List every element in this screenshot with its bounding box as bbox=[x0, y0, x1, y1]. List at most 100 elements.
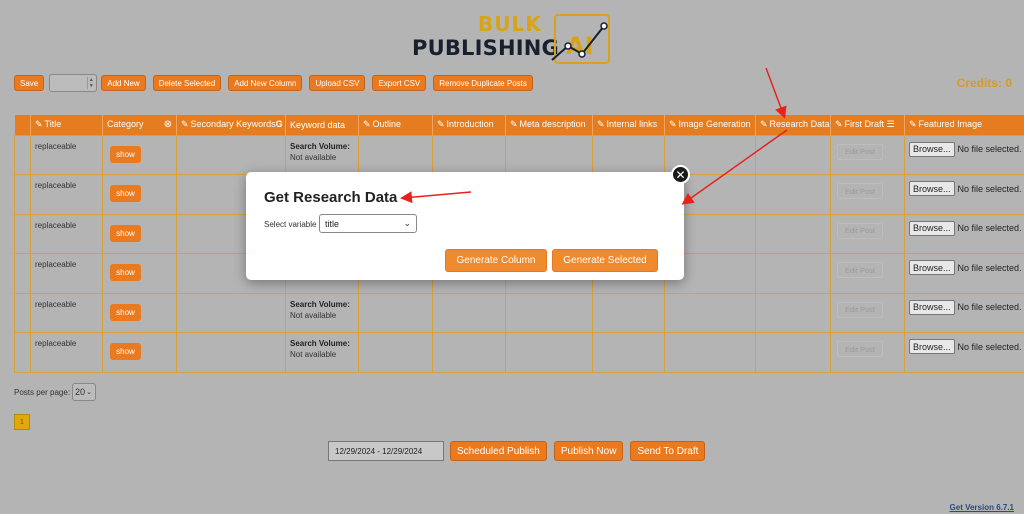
chevron-down-icon: ⌄ bbox=[86, 389, 92, 396]
edit-post-button[interactable]: Edit Post bbox=[837, 301, 883, 318]
send-to-draft-button[interactable]: Send To Draft bbox=[630, 441, 706, 461]
edit-icon[interactable]: ✎ bbox=[510, 119, 518, 129]
stepper-arrows-icon[interactable]: ▲ ▼ bbox=[87, 77, 94, 89]
list-icon[interactable]: ☰ bbox=[887, 119, 895, 129]
cell-title[interactable]: replaceable bbox=[30, 292, 103, 333]
table-row: replaceable show Search Volume: Not avail… bbox=[14, 292, 1024, 333]
browse-button[interactable]: Browse... bbox=[909, 141, 955, 157]
header-image-generation[interactable]: ✎ Image Generation bbox=[664, 115, 756, 135]
arrow-to-research-column bbox=[765, 67, 787, 119]
no-file-label: No file selected. bbox=[957, 223, 1022, 233]
edit-icon[interactable]: ✎ bbox=[437, 119, 445, 129]
edit-icon[interactable]: ✎ bbox=[597, 119, 605, 129]
remove-duplicates-button[interactable]: Remove Duplicate Posts bbox=[433, 75, 533, 91]
search-volume-label: Search Volume: bbox=[290, 141, 350, 151]
header-research-data[interactable]: ✎ Research Data bbox=[755, 115, 831, 135]
date-range-input[interactable]: 12/29/2024 - 12/29/2024 bbox=[328, 441, 444, 461]
search-volume-value: Not available bbox=[290, 152, 337, 162]
settings-icon[interactable]: ⊗ bbox=[164, 119, 172, 130]
edit-icon[interactable]: ✎ bbox=[669, 119, 677, 129]
delete-selected-button[interactable]: Delete Selected bbox=[152, 75, 222, 91]
no-file-label: No file selected. bbox=[957, 341, 1022, 352]
table-row: replaceable show Search Volume: Not avail… bbox=[14, 332, 1024, 373]
search-volume-label: Search Volume: bbox=[290, 339, 350, 348]
edit-icon[interactable]: ✎ bbox=[181, 119, 189, 129]
add-new-column-button[interactable]: Add New Column bbox=[228, 75, 303, 91]
posts-per-page-label: Posts per page: bbox=[14, 387, 71, 397]
toolbar: Save ▲ ▼ Add New Delete Selected Add New … bbox=[14, 74, 540, 92]
get-version-link[interactable]: Get Version 6.7.1 bbox=[950, 503, 1014, 512]
header-featured-image[interactable]: ✎ Featured Image bbox=[904, 115, 1024, 135]
table-row: replaceable show Search Volume: Not avail… bbox=[14, 134, 1024, 175]
header-introduction[interactable]: ✎ Introduction bbox=[432, 115, 506, 135]
chevron-down-icon: ⌄ bbox=[403, 218, 411, 228]
edit-post-button[interactable]: Edit Post bbox=[837, 143, 883, 160]
browse-button[interactable]: Browse... bbox=[909, 299, 955, 315]
edit-post-button[interactable]: Edit Post bbox=[837, 222, 883, 239]
posts-per-page: Posts per page: 20 ⌄ bbox=[14, 383, 97, 401]
generate-column-button[interactable]: Generate Column bbox=[445, 249, 547, 272]
edit-icon[interactable]: ✎ bbox=[835, 119, 843, 129]
edit-icon[interactable]: ✎ bbox=[363, 119, 371, 129]
header-title[interactable]: ✎ Title bbox=[30, 115, 103, 135]
bulk-publishing-ai-logo: BULK PUBLISHING AI bbox=[412, 12, 612, 66]
credits-counter: Credits: 0 bbox=[956, 76, 1012, 90]
header-secondary-keywords[interactable]: ✎ Secondary KeywordsG bbox=[176, 115, 286, 135]
logo-bulk-text: BULK bbox=[478, 12, 542, 36]
logo-graph-icon bbox=[551, 22, 608, 61]
posts-per-page-select[interactable]: 20 ⌄ bbox=[72, 383, 97, 401]
category-show-button[interactable]: show bbox=[110, 224, 141, 242]
category-show-button[interactable]: show bbox=[110, 303, 141, 321]
search-volume-label: Search Volume: bbox=[290, 299, 350, 309]
header-select-column bbox=[14, 115, 31, 135]
cell-title[interactable]: replaceable bbox=[30, 332, 103, 373]
category-show-button[interactable]: show bbox=[110, 145, 141, 163]
export-csv-button[interactable]: Export CSV bbox=[372, 75, 427, 91]
header-internal-links[interactable]: ✎ Internal links bbox=[592, 115, 665, 135]
header-first-draft[interactable]: ✎ First Draft ☰ bbox=[830, 115, 905, 135]
cell-title[interactable]: replaceable bbox=[30, 174, 103, 215]
header-category[interactable]: Category ⊗ bbox=[102, 115, 177, 135]
cell-title[interactable]: replaceable bbox=[30, 253, 103, 294]
cell-title[interactable]: replaceable bbox=[30, 213, 103, 254]
browse-button[interactable]: Browse... bbox=[909, 339, 955, 354]
publish-now-button[interactable]: Publish Now bbox=[553, 441, 624, 461]
quantity-stepper[interactable]: ▲ ▼ bbox=[49, 74, 98, 92]
category-show-button[interactable]: show bbox=[110, 264, 141, 281]
edit-post-button[interactable]: Edit Post bbox=[837, 183, 883, 199]
cell-title[interactable]: replaceable bbox=[30, 134, 103, 175]
select-variable-label: Select variable bbox=[264, 220, 317, 229]
header-keyword-data[interactable]: Keyword data bbox=[285, 115, 359, 135]
research-data-modal: Get Research Data ✕ Select variable titl… bbox=[246, 165, 690, 280]
publish-actions: 12/29/2024 - 12/29/2024 Scheduled Publis… bbox=[328, 441, 712, 461]
page-number-button[interactable]: 1 bbox=[14, 414, 30, 430]
modal-title: Get Research Data bbox=[264, 189, 398, 206]
edit-icon[interactable]: ✎ bbox=[760, 119, 768, 129]
edit-icon[interactable]: ✎ bbox=[35, 119, 43, 129]
edit-post-button[interactable]: Edit Post bbox=[837, 262, 883, 278]
edit-icon[interactable]: ✎ bbox=[909, 119, 917, 129]
upload-csv-button[interactable]: Upload CSV bbox=[309, 75, 366, 91]
browse-button[interactable]: Browse... bbox=[909, 181, 955, 196]
search-volume-value: Not available bbox=[290, 350, 337, 359]
scheduled-publish-button[interactable]: Scheduled Publish bbox=[450, 441, 547, 461]
cell-secondary-keywords[interactable] bbox=[176, 134, 286, 175]
header-meta-description[interactable]: ✎ Meta description bbox=[505, 115, 593, 135]
add-new-button[interactable]: Add New bbox=[101, 75, 146, 91]
browse-button[interactable]: Browse... bbox=[909, 220, 955, 236]
google-icon: G bbox=[275, 119, 283, 130]
no-file-label: No file selected. bbox=[957, 144, 1022, 154]
close-icon[interactable]: ✕ bbox=[671, 165, 690, 184]
header-outline[interactable]: ✎ Outline bbox=[358, 115, 433, 135]
category-show-button[interactable]: show bbox=[110, 343, 141, 360]
search-volume-value: Not available bbox=[290, 310, 337, 320]
category-show-button[interactable]: show bbox=[110, 185, 141, 202]
no-file-label: No file selected. bbox=[957, 302, 1022, 312]
edit-post-button[interactable]: Edit Post bbox=[837, 341, 883, 357]
browse-button[interactable]: Browse... bbox=[909, 260, 955, 275]
save-button[interactable]: Save bbox=[14, 75, 45, 91]
no-file-label: No file selected. bbox=[957, 183, 1022, 194]
table-header-row: ✎ Title Category ⊗ ✎ Secondary KeywordsG Ke… bbox=[14, 115, 1024, 135]
select-variable-dropdown[interactable]: title ⌄ bbox=[319, 214, 417, 233]
generate-selected-button[interactable]: Generate Selected bbox=[552, 249, 658, 272]
